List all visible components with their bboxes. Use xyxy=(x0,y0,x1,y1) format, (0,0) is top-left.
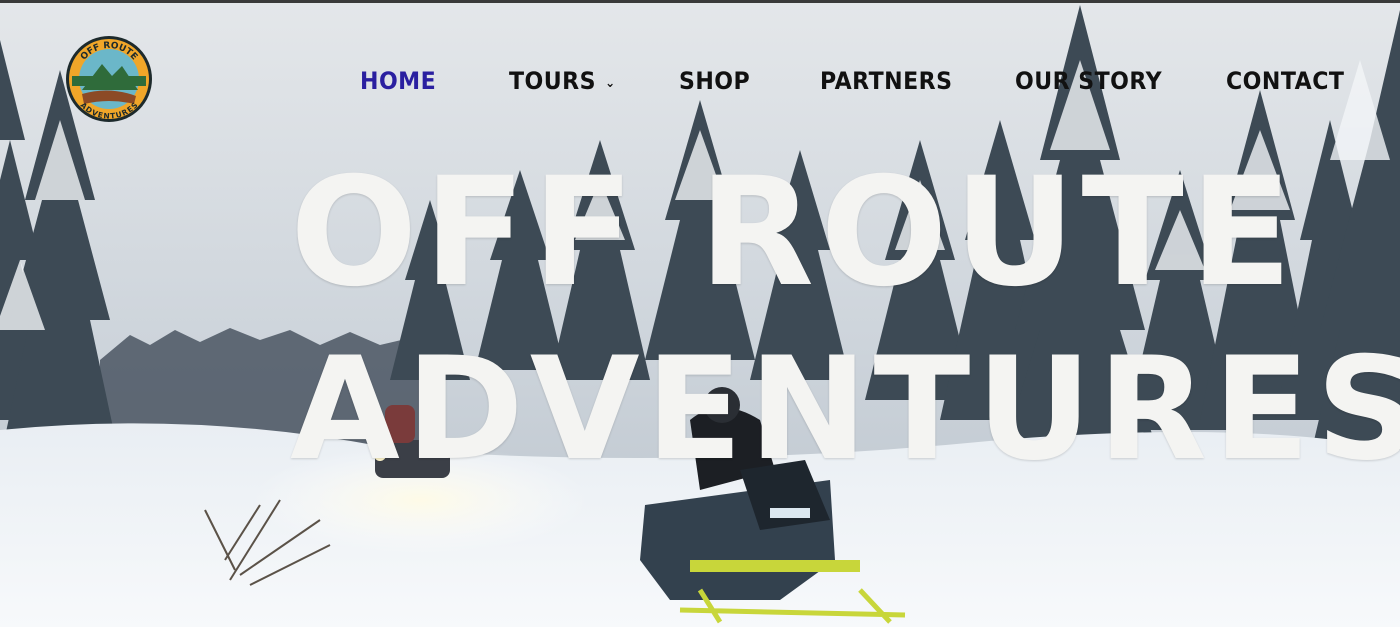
nav-item-shop[interactable]: SHOP xyxy=(679,64,750,98)
nav-item-contact[interactable]: CONTACT xyxy=(1226,64,1344,98)
nav-item-label: PARTNERS xyxy=(820,67,953,95)
hero-title-line1: OFF ROUTE xyxy=(290,146,1299,320)
nav-item-label: HOME xyxy=(360,67,437,95)
nav-item-label: OUR STORY xyxy=(1015,67,1163,95)
main-nav: HOME TOURS ⌄ SHOP PARTNERS OUR STORY CONT… xyxy=(0,0,1400,160)
hero-background: OFF ROUTE ADVENTURES HOME TOURS ⌄ SHOP PA… xyxy=(0,0,1400,627)
nav-item-partners[interactable]: PARTNERS xyxy=(820,64,952,98)
nav-item-home[interactable]: HOME xyxy=(360,64,436,98)
nav-item-label: SHOP xyxy=(679,67,751,95)
nav-item-label: CONTACT xyxy=(1226,67,1345,95)
nav-item-tours[interactable]: TOURS ⌄ xyxy=(509,64,616,98)
nav-item-our-story[interactable]: OUR STORY xyxy=(1015,64,1162,98)
chevron-down-icon[interactable]: ⌄ xyxy=(605,76,615,91)
hero-title-line2: ADVENTURES xyxy=(290,327,1400,492)
nav-item-label: TOURS xyxy=(509,67,596,95)
